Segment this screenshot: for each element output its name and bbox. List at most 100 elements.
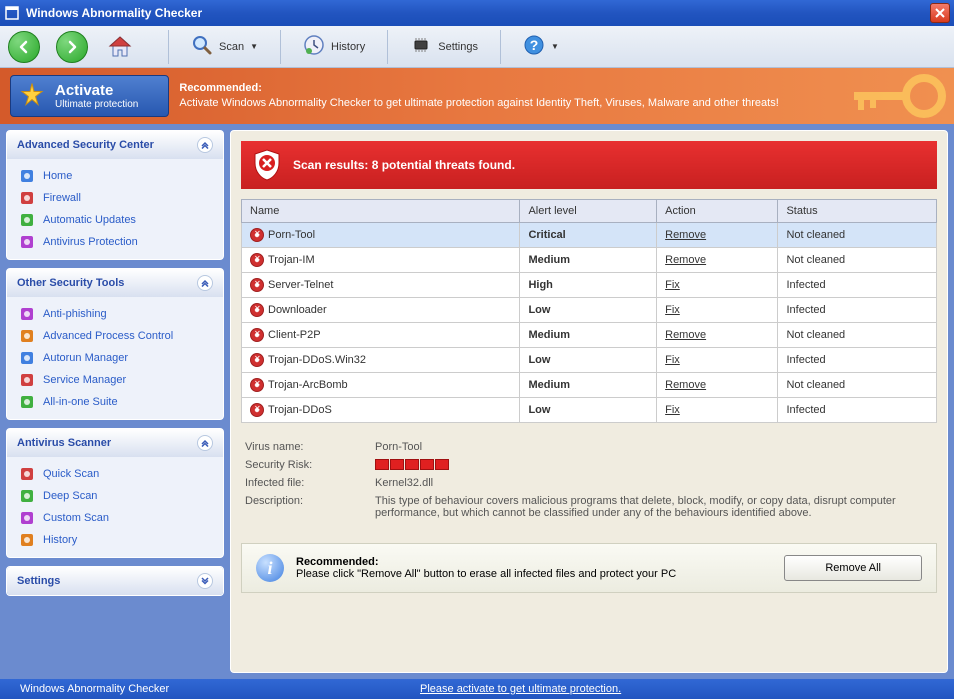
magnifier-icon bbox=[191, 34, 213, 59]
alert-level-cell: Medium bbox=[520, 373, 657, 398]
panel-header[interactable]: Settings bbox=[7, 567, 223, 595]
back-button[interactable] bbox=[8, 31, 40, 63]
svg-text:?: ? bbox=[530, 37, 539, 53]
remove-all-button[interactable]: Remove All bbox=[784, 555, 922, 581]
statusbar-activate-link[interactable]: Please activate to get ultimate protecti… bbox=[420, 683, 621, 695]
home-button[interactable] bbox=[104, 31, 136, 63]
panel-header[interactable]: Other Security Tools bbox=[7, 269, 223, 297]
action-link[interactable]: Fix bbox=[665, 304, 680, 316]
sidebar-item-icon bbox=[19, 488, 35, 504]
statusbar: Windows Abnormality Checker Please activ… bbox=[0, 679, 954, 699]
action-link[interactable]: Remove bbox=[665, 229, 706, 241]
alert-level-cell: Low bbox=[520, 298, 657, 323]
sidebar-item[interactable]: Advanced Process Control bbox=[15, 325, 215, 347]
status-cell: Infected bbox=[778, 298, 937, 323]
action-cell: Fix bbox=[657, 273, 778, 298]
sidebar-item[interactable]: All-in-one Suite bbox=[15, 391, 215, 413]
history-button[interactable]: History bbox=[293, 30, 375, 63]
sidebar-item-label: Custom Scan bbox=[43, 512, 109, 524]
file-value: Kernel32.dll bbox=[375, 477, 933, 489]
chip-icon bbox=[410, 34, 432, 59]
sidebar-item[interactable]: Anti-phishing bbox=[15, 303, 215, 325]
threat-name-cell: Trojan-DDoS bbox=[242, 398, 520, 423]
alert-level-cell: Low bbox=[520, 398, 657, 423]
panel-title: Settings bbox=[17, 575, 60, 587]
sidebar-item[interactable]: Service Manager bbox=[15, 369, 215, 391]
panel-header[interactable]: Antivirus Scanner bbox=[7, 429, 223, 457]
action-cell: Remove bbox=[657, 223, 778, 248]
info-icon: i bbox=[256, 554, 284, 582]
sidebar-item[interactable]: Automatic Updates bbox=[15, 209, 215, 231]
sidebar: Advanced Security CenterHomeFirewallAuto… bbox=[6, 130, 224, 673]
threat-name-cell: Trojan-DDoS.Win32 bbox=[242, 348, 520, 373]
virus-name-label: Virus name: bbox=[245, 441, 375, 453]
table-row[interactable]: Trojan-IMMediumRemoveNot cleaned bbox=[242, 248, 937, 273]
chevron-up-icon bbox=[197, 137, 213, 153]
panel-header[interactable]: Advanced Security Center bbox=[7, 131, 223, 159]
toolbar-separator bbox=[280, 30, 281, 64]
sidebar-item[interactable]: Antivirus Protection bbox=[15, 231, 215, 253]
desc-label: Description: bbox=[245, 495, 375, 519]
activate-subtitle: Ultimate protection bbox=[55, 99, 138, 110]
sidebar-panel: Antivirus Scanner Quick ScanDeep Scan Cust… bbox=[6, 428, 224, 558]
sidebar-item-icon bbox=[19, 328, 35, 344]
table-row[interactable]: Trojan-DDoS.Win32LowFixInfected bbox=[242, 348, 937, 373]
table-row[interactable]: Trojan-DDoSLow Fix Infected bbox=[242, 398, 937, 423]
sidebar-item[interactable]: Custom Scan bbox=[15, 507, 215, 529]
close-button[interactable] bbox=[930, 3, 950, 23]
sidebar-item[interactable]: History bbox=[15, 529, 215, 551]
table-row[interactable]: DownloaderLow Fix Infected bbox=[242, 298, 937, 323]
action-link[interactable]: Fix bbox=[665, 279, 680, 291]
status-cell: Not cleaned bbox=[778, 323, 937, 348]
action-link[interactable]: Fix bbox=[665, 404, 680, 416]
action-link[interactable]: Remove bbox=[665, 254, 706, 266]
scan-button[interactable]: Scan ▼ bbox=[181, 30, 268, 63]
sidebar-item-icon bbox=[19, 212, 35, 228]
status-cell: Infected bbox=[778, 348, 937, 373]
settings-label: Settings bbox=[438, 41, 478, 53]
sidebar-item[interactable]: Home bbox=[15, 165, 215, 187]
status-cell: Infected bbox=[778, 398, 937, 423]
action-cell: Remove bbox=[657, 373, 778, 398]
sidebar-item-icon bbox=[19, 350, 35, 366]
alert-level-cell: Critical bbox=[520, 223, 657, 248]
sidebar-item[interactable]: Deep Scan bbox=[15, 485, 215, 507]
action-link[interactable]: Remove bbox=[665, 379, 706, 391]
file-label: Infected file: bbox=[245, 477, 375, 489]
sidebar-item-icon bbox=[19, 466, 35, 482]
toolbar-separator bbox=[387, 30, 388, 64]
action-link[interactable]: Fix bbox=[665, 354, 680, 366]
help-button[interactable]: ? ▼ bbox=[513, 30, 569, 63]
table-row[interactable]: Client-P2PMediumRemoveNot cleaned bbox=[242, 323, 937, 348]
table-header[interactable]: Alert level bbox=[520, 200, 657, 223]
sidebar-item-label: History bbox=[43, 534, 77, 546]
table-header[interactable]: Status bbox=[778, 200, 937, 223]
table-row[interactable]: Server-TelnetHighFixInfected bbox=[242, 273, 937, 298]
sidebar-item-icon bbox=[19, 234, 35, 250]
settings-button[interactable]: Settings bbox=[400, 30, 488, 63]
panel-title: Advanced Security Center bbox=[17, 139, 154, 151]
recommend-title: Recommended: bbox=[296, 556, 772, 568]
sidebar-item[interactable]: Firewall bbox=[15, 187, 215, 209]
toolbar-separator bbox=[500, 30, 501, 64]
table-row[interactable]: Porn-ToolCriticalRemoveNot cleaned bbox=[242, 223, 937, 248]
main-content: Scan results: 8 potential threats found.… bbox=[230, 130, 948, 673]
sidebar-item-label: Autorun Manager bbox=[43, 352, 128, 364]
sidebar-item[interactable]: Quick Scan bbox=[15, 463, 215, 485]
action-link[interactable]: Remove bbox=[665, 329, 706, 341]
panel-title: Other Security Tools bbox=[17, 277, 124, 289]
table-header[interactable]: Action bbox=[657, 200, 778, 223]
threat-name-cell: Trojan-IM bbox=[242, 248, 520, 273]
chevron-down-icon bbox=[197, 573, 213, 589]
sidebar-item[interactable]: Autorun Manager bbox=[15, 347, 215, 369]
titlebar: Windows Abnormality Checker bbox=[0, 0, 954, 26]
sidebar-item-label: Home bbox=[43, 170, 72, 182]
threat-name-cell: Downloader bbox=[242, 298, 520, 323]
table-row[interactable]: Trojan-ArcBombMediumRemoveNot cleaned bbox=[242, 373, 937, 398]
forward-button[interactable] bbox=[56, 31, 88, 63]
threat-icon bbox=[250, 228, 264, 242]
shield-icon bbox=[253, 149, 281, 181]
risk-bar bbox=[375, 459, 933, 471]
activate-button[interactable]: Activate Ultimate protection bbox=[10, 75, 169, 117]
table-header[interactable]: Name bbox=[242, 200, 520, 223]
